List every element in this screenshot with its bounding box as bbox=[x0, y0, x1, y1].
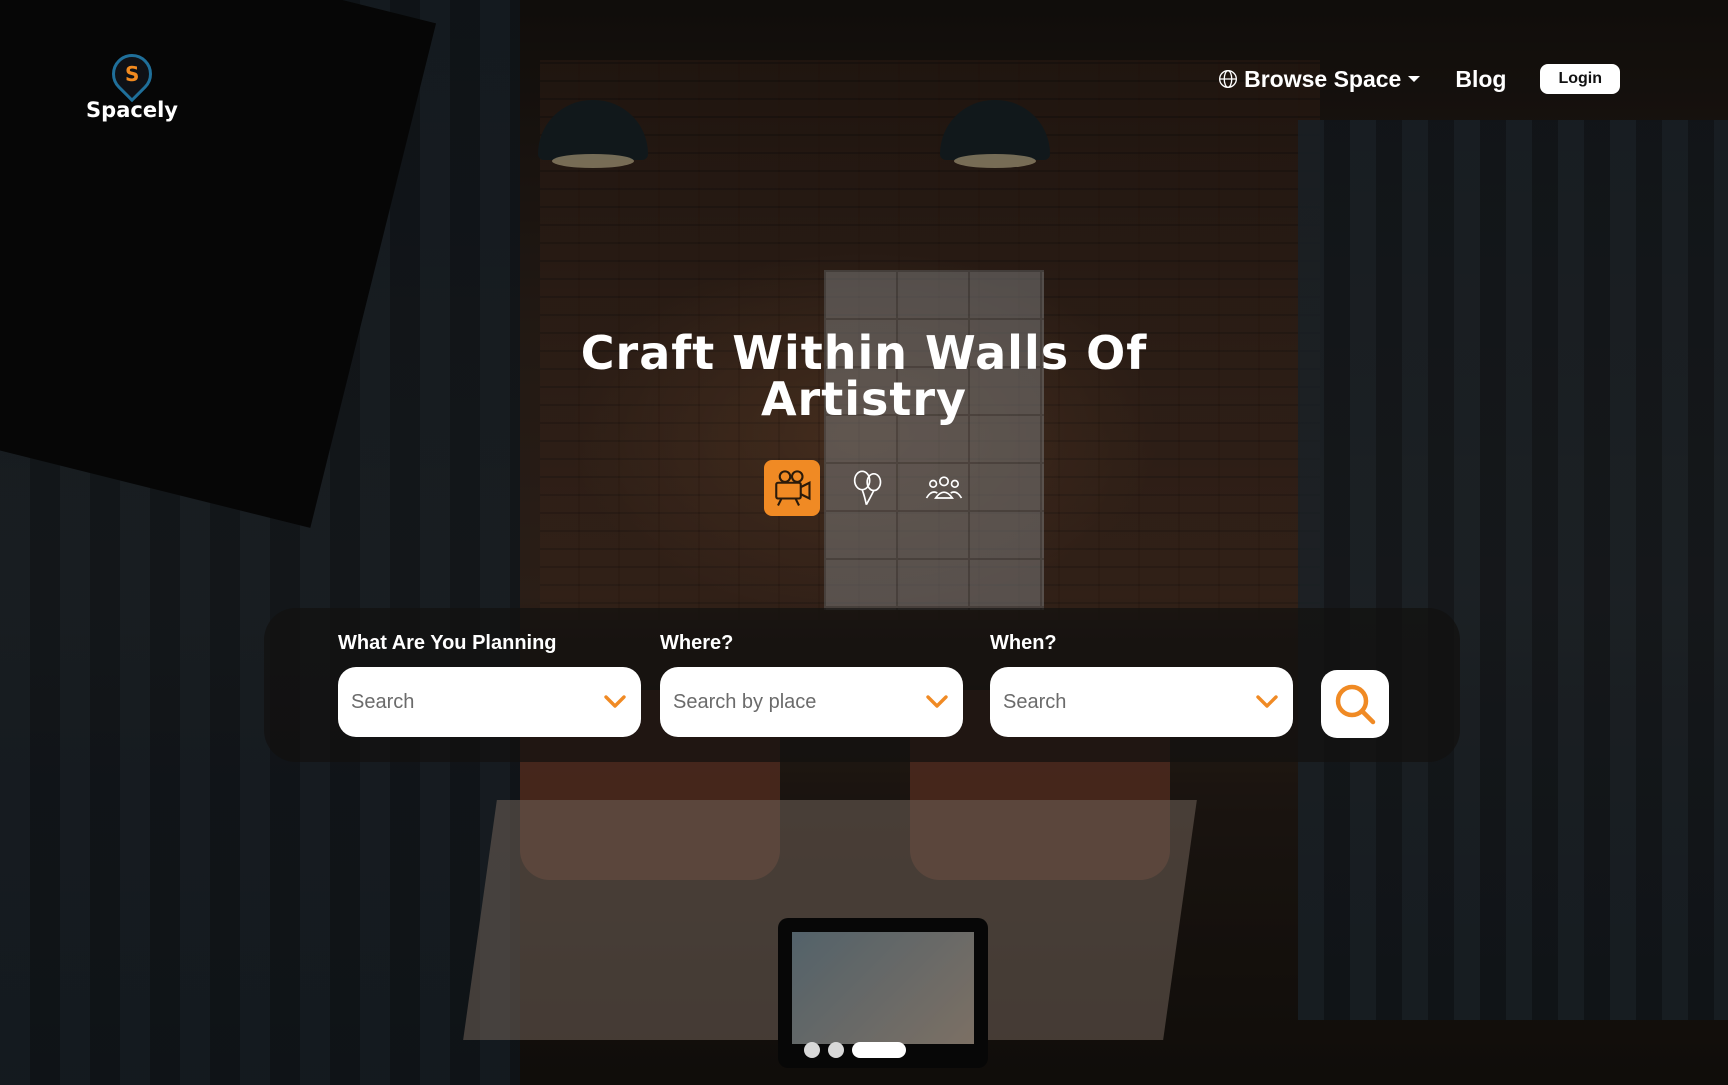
brand-logo[interactable]: S Spacely bbox=[84, 45, 180, 122]
top-nav: Browse Space Blog Login bbox=[1218, 64, 1620, 94]
category-selector bbox=[764, 460, 972, 516]
planning-dropdown[interactable]: Search bbox=[338, 667, 641, 737]
logo-pin-icon: S bbox=[103, 45, 161, 103]
film-camera-icon bbox=[775, 470, 811, 506]
carousel-dots bbox=[804, 1042, 906, 1058]
category-party[interactable] bbox=[840, 460, 896, 516]
balloons-icon bbox=[853, 470, 882, 506]
where-label: Where? bbox=[660, 632, 734, 654]
hero-background bbox=[0, 0, 1728, 1085]
when-placeholder: Search bbox=[1003, 690, 1067, 713]
hero-headline: Craft Within Walls Of Artistry bbox=[480, 330, 1248, 422]
category-meeting[interactable] bbox=[916, 460, 972, 516]
chevron-down-icon bbox=[1256, 695, 1278, 708]
planning-label: What Are You Planning bbox=[338, 632, 557, 654]
search-panel: What Are You Planning Search Where? Sear… bbox=[264, 608, 1460, 762]
globe-icon bbox=[1219, 70, 1238, 88]
where-field: Where? Search by place bbox=[660, 632, 963, 737]
browse-space-label: Browse Space bbox=[1244, 65, 1402, 92]
search-icon bbox=[1335, 684, 1376, 725]
where-dropdown[interactable]: Search by place bbox=[660, 667, 963, 737]
planning-placeholder: Search bbox=[351, 690, 415, 713]
when-label: When? bbox=[990, 632, 1057, 654]
carousel-dot[interactable] bbox=[804, 1042, 820, 1058]
when-dropdown[interactable]: Search bbox=[990, 667, 1293, 737]
where-placeholder: Search by place bbox=[673, 690, 817, 713]
chevron-down-icon bbox=[604, 695, 626, 708]
people-group-icon bbox=[925, 476, 963, 499]
browse-space-menu[interactable]: Browse Space bbox=[1218, 66, 1421, 93]
caret-down-icon bbox=[1408, 76, 1421, 82]
hero-overlay bbox=[0, 0, 1728, 1085]
carousel-dot[interactable] bbox=[828, 1042, 844, 1058]
login-button[interactable]: Login bbox=[1540, 64, 1620, 94]
chevron-down-icon bbox=[926, 695, 948, 708]
carousel-dot-active[interactable] bbox=[852, 1042, 906, 1058]
blog-link[interactable]: Blog bbox=[1455, 66, 1506, 93]
headline-line-2: Artistry bbox=[760, 372, 968, 426]
search-button[interactable] bbox=[1321, 670, 1389, 738]
headline-line-1: Craft Within Walls Of bbox=[580, 326, 1148, 380]
category-film[interactable] bbox=[764, 460, 820, 516]
when-field: When? Search bbox=[990, 632, 1293, 737]
planning-field: What Are You Planning Search bbox=[338, 632, 641, 737]
